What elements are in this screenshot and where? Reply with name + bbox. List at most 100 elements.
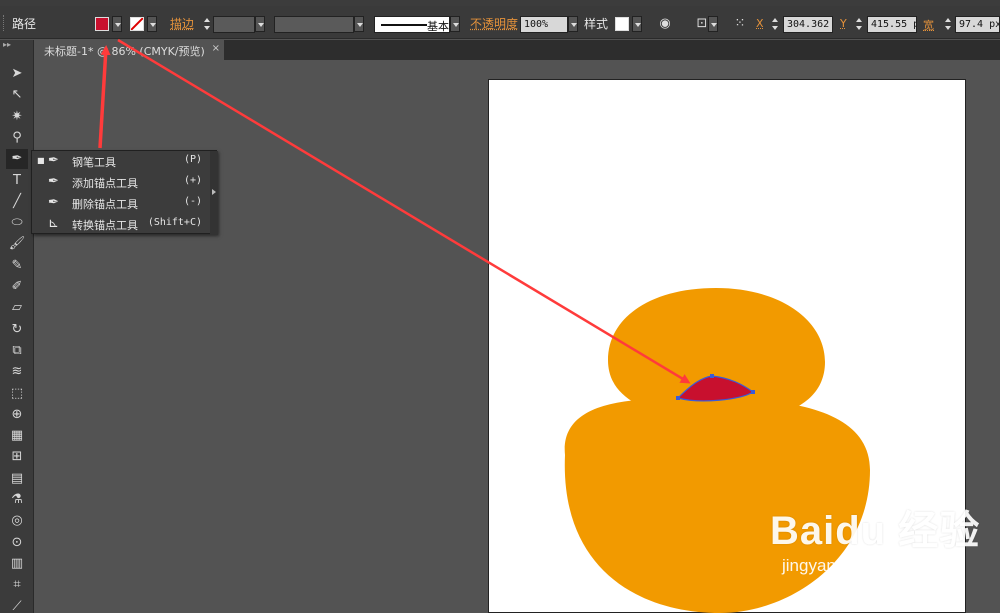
pencil-tool-icon: ✎ [11,257,23,273]
selection-tool-icon: ➤ [11,66,23,81]
artboard-tool-button[interactable]: ⌗ [6,575,28,595]
recolor-artwork-icon[interactable]: ◉ [656,15,674,33]
magic-wand-tool-icon: ✷ [11,108,23,124]
graphic-style-dropdown[interactable] [632,16,642,32]
convert-anchor-icon: ⊾ [48,216,59,231]
width-spinner[interactable] [943,16,953,33]
y-spinner[interactable] [854,16,864,33]
no-stroke-icon [130,17,144,31]
perspective-grid-tool-button[interactable]: ▦ [6,426,28,446]
stroke-color-swatch[interactable] [130,17,144,31]
flyout-item-delete-anchor[interactable]: ✒ 删除锚点工具 (-) [32,193,208,214]
selection-type-label: 路径 [12,17,37,31]
ellipse-tool-button[interactable]: ⬭ [6,213,28,233]
flyout-item-add-anchor[interactable]: ✒ 添加锚点工具 (+) [32,172,208,193]
add-anchor-icon: ✒ [48,174,59,189]
control-bar: 路径 描边 基本 不透明度 100% 样式 ◉ ⊡ ⁙ X 304.362 Y … [0,6,1000,39]
flyout-item-label: 转换锚点工具 [72,219,138,232]
line-segment-tool-icon: ╱ [13,193,21,209]
pen-icon: ✒ [48,153,59,168]
eraser-tool-button[interactable]: ▱ [6,298,28,318]
graphic-style-swatch[interactable] [615,17,629,31]
symbol-sprayer-tool-icon: ⊙ [11,534,23,550]
paintbrush-tool-icon: 🖌 [8,236,26,252]
mesh-tool-button[interactable]: ⊞ [6,447,28,467]
stroke-label[interactable]: 描边 [170,15,194,32]
column-graph-tool-button[interactable]: ▥ [6,554,28,574]
brush-stroke-preview [381,24,427,26]
variable-width-field[interactable] [274,16,354,33]
reference-point-icon[interactable]: ⁙ [731,15,749,33]
direct-selection-tool-icon: ↖ [11,87,23,103]
mesh-tool-icon: ⊞ [11,449,23,465]
flyout-item-shortcut: (Shift+C) [147,217,202,228]
selection-tool-button[interactable]: ➤ [6,64,28,84]
brush-dropdown[interactable] [450,16,460,32]
scale-tool-button[interactable]: ⧉ [6,341,28,361]
document-tab-title: 未标题-1* @ 86% (CMYK/预览) [44,45,205,58]
lasso-tool-icon: ⚲ [12,129,22,145]
opacity-dropdown[interactable] [568,16,578,32]
type-tool-icon: T [13,172,21,188]
stroke-weight-field[interactable] [213,16,255,33]
pen-tool-icon: ✒ [11,151,23,167]
watermark-brand: Baidu 经验 [770,509,981,553]
rotate-tool-button[interactable]: ↻ [6,320,28,340]
variable-width-dropdown[interactable] [354,16,364,32]
flyout-item-label: 钢笔工具 [72,156,116,169]
gradient-tool-button[interactable]: ▤ [6,469,28,489]
tools-panel: ▸▸ ➤ ↖ ✷ ⚲ ✒ T ╱ ⬭ 🖌 ✎ ✐ ▱ ↻ ⧉ ≋ ⬚ ⊕ ▦ ⊞ ▤ ⚗ ◎ ⊙ ▥ ⌗ ⟋ [0,40,34,613]
control-bar-grip[interactable] [3,15,6,31]
blob-brush-tool-button[interactable]: ✐ [6,277,28,297]
x-spinner[interactable] [770,16,780,33]
scale-tool-icon: ⧉ [12,342,22,358]
flyout-item-shortcut: (-) [183,196,202,207]
opacity-field[interactable]: 100% [520,16,568,33]
document-tab[interactable]: 未标题-1* @ 86% (CMYK/预览) × [36,40,224,60]
paintbrush-tool-button[interactable]: 🖌 [6,234,28,254]
slice-tool-icon: ⟋ [12,598,22,613]
line-segment-tool-button[interactable]: ╱ [6,192,28,212]
eraser-tool-icon: ▱ [12,300,22,316]
free-transform-tool-button[interactable]: ⬚ [6,384,28,404]
brush-definition-select[interactable]: 基本 [374,16,450,33]
opacity-label[interactable]: 不透明度 [470,15,518,32]
lasso-tool-button[interactable]: ⚲ [6,128,28,148]
pen-tool-button[interactable]: ✒ [6,149,28,170]
x-field[interactable]: 304.362 [783,16,833,33]
width-label: 宽 [923,19,934,32]
stroke-weight-dropdown[interactable] [255,16,265,32]
tools-panel-header[interactable]: ▸▸ [0,40,33,56]
flyout-item-shortcut: (P) [183,154,202,165]
pen-tool-flyout: ■ ✒ 钢笔工具 (P) ✒ 添加锚点工具 (+) ✒ 删除锚点工具 (-) ⊾ 转换锚点工具 (Shi… [31,150,218,235]
brush-style-label: 基本 [427,20,449,33]
y-field[interactable]: 415.55 px [867,16,917,33]
artboard-tool-icon: ⌗ [13,577,21,593]
align-to-dropdown[interactable] [708,16,718,32]
stroke-dropdown[interactable] [147,16,157,32]
flyout-item-convert-anchor[interactable]: ⊾ 转换锚点工具 (Shift+C) [32,214,208,235]
blend-tool-button[interactable]: ◎ [6,511,28,531]
eyedropper-tool-button[interactable]: ⚗ [6,490,28,510]
symbol-sprayer-tool-button[interactable]: ⊙ [6,533,28,553]
magic-wand-tool-button[interactable]: ✷ [6,107,28,127]
flyout-item-label: 删除锚点工具 [72,198,138,211]
column-graph-tool-icon: ▥ [10,555,24,571]
pencil-tool-button[interactable]: ✎ [6,256,28,276]
fill-color-swatch[interactable] [95,17,109,31]
gradient-tool-icon: ▤ [10,470,24,486]
fill-dropdown[interactable] [112,16,122,32]
slice-tool-button[interactable]: ⟋ [6,597,28,613]
shape-builder-tool-button[interactable]: ⊕ [6,405,28,425]
stroke-weight-spinner[interactable] [202,16,212,33]
tearoff-arrow[interactable] [210,151,218,235]
width-field[interactable]: 97.4 px [955,16,1000,33]
warp-tool-button[interactable]: ≋ [6,362,28,382]
flyout-item-pen[interactable]: ■ ✒ 钢笔工具 (P) [32,151,208,172]
type-tool-button[interactable]: T [6,171,28,191]
style-label: 样式 [584,17,609,31]
ellipse-tool-icon: ⬭ [11,215,23,231]
close-tab-icon[interactable]: × [212,43,220,54]
direct-selection-tool-button[interactable]: ↖ [6,85,28,105]
blob-brush-tool-icon: ✐ [11,279,23,294]
